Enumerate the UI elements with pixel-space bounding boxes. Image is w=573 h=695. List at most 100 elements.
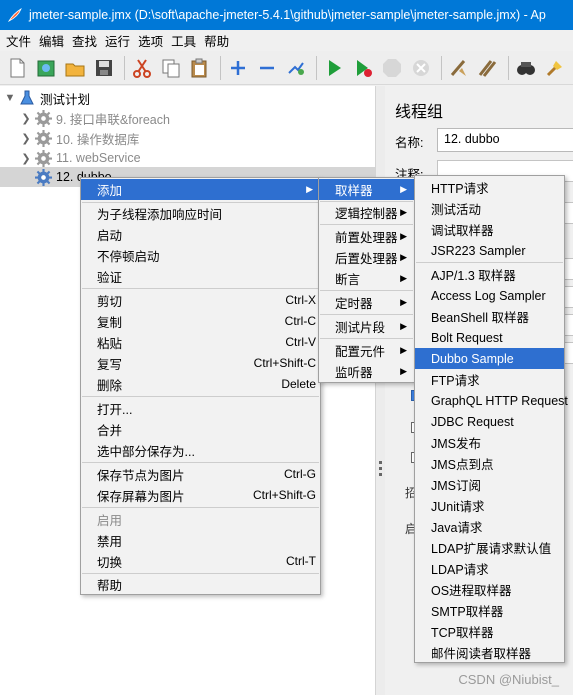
chevron-right-icon: ▶	[400, 231, 407, 241]
tree-item-2[interactable]: ❯ 10. 操作数据库	[18, 128, 375, 148]
sampler-item-ldap-extended[interactable]: LDAP扩展请求默认值	[415, 537, 564, 558]
chevron-right-icon[interactable]: ❯	[18, 152, 34, 165]
sampler-item-ftp-request[interactable]: FTP请求	[415, 369, 564, 390]
copy-icon[interactable]	[158, 55, 184, 81]
sampler-item-test-action[interactable]: 测试活动	[415, 198, 564, 219]
sampler-item-bolt-request[interactable]: Bolt Request	[415, 327, 564, 348]
sampler-item-tcp[interactable]: TCP取样器	[415, 621, 564, 642]
submenu-item-config-element[interactable]: 配置元件 ▶	[319, 340, 414, 361]
submenu-item-timer[interactable]: 定时器 ▶	[319, 292, 414, 313]
sampler-item-jms-subscriber[interactable]: JMS订阅	[415, 474, 564, 495]
chevron-down-icon[interactable]: ▼	[2, 92, 18, 104]
submenu-item-post-processor[interactable]: 后置处理器 ▶	[319, 247, 414, 268]
toolbar-separator	[316, 55, 317, 80]
submenu-item-pre-processor[interactable]: 前置处理器 ▶	[319, 226, 414, 247]
menu-edit[interactable]: 编辑	[35, 31, 68, 50]
menu-item-toggle[interactable]: 切换 Ctrl-T	[81, 551, 320, 572]
name-label: 名称:	[395, 136, 424, 150]
expand-icon[interactable]	[225, 55, 251, 81]
submenu-item-test-fragment[interactable]: 测试片段 ▶	[319, 316, 414, 337]
jmeter-feather-icon	[7, 8, 22, 22]
chevron-right-icon[interactable]: ❯	[18, 132, 34, 145]
sampler-item-jms-publisher[interactable]: JMS发布	[415, 432, 564, 453]
menu-separator	[320, 290, 413, 291]
start-icon[interactable]	[321, 55, 347, 81]
chevron-right-icon: ▶	[400, 366, 407, 376]
sampler-item-dubbo-sample[interactable]: Dubbo Sample	[415, 348, 564, 369]
menu-item-open[interactable]: 打开...	[81, 398, 320, 419]
menu-item-save-screen-image[interactable]: 保存屏幕为图片 Ctrl+Shift-G	[81, 485, 320, 506]
clear-all-icon[interactable]	[475, 55, 501, 81]
toolbar	[0, 51, 573, 85]
menu-item-merge[interactable]: 合并	[81, 419, 320, 440]
menu-item-duplicate[interactable]: 复写 Ctrl+Shift-C	[81, 353, 320, 374]
tree-item-1[interactable]: ❯ 9. 接口串联&foreach	[18, 108, 375, 128]
sampler-item-jsr223[interactable]: JSR223 Sampler	[415, 240, 564, 261]
menu-item-save-node-image[interactable]: 保存节点为图片 Ctrl-G	[81, 464, 320, 485]
menu-tools[interactable]: 工具	[167, 31, 200, 50]
collapse-icon[interactable]	[254, 55, 280, 81]
menu-file[interactable]: 文件	[2, 31, 35, 50]
tree-root-test-plan[interactable]: ▼ 测试计划	[2, 88, 375, 108]
menu-item-add[interactable]: 添加 ▶	[81, 179, 320, 200]
menu-help[interactable]: 帮助	[200, 31, 233, 50]
toolbar-separator	[124, 55, 125, 80]
submenu-item-assertion[interactable]: 断言 ▶	[319, 268, 414, 289]
templates-icon[interactable]	[33, 55, 59, 81]
chevron-right-icon[interactable]: ❯	[18, 112, 34, 125]
sampler-item-jdbc-request[interactable]: JDBC Request	[415, 411, 564, 432]
sampler-item-os-process[interactable]: OS进程取样器	[415, 579, 564, 600]
chevron-right-icon: ▶	[400, 321, 407, 331]
tree-root-label: 测试计划	[40, 92, 91, 107]
sampler-item-access-log[interactable]: Access Log Sampler	[415, 285, 564, 306]
menu-separator	[320, 338, 413, 339]
sampler-item-http-request[interactable]: HTTP请求	[415, 177, 564, 198]
toggle-icon[interactable]	[283, 55, 309, 81]
menu-item-disable[interactable]: 禁用	[81, 530, 320, 551]
menu-item-validate[interactable]: 验证	[81, 266, 320, 287]
menu-item-cut[interactable]: 剪切 Ctrl-X	[81, 290, 320, 311]
open-icon[interactable]	[62, 55, 88, 81]
stop-icon[interactable]	[379, 55, 405, 81]
sampler-item-ldap-request[interactable]: LDAP请求	[415, 558, 564, 579]
paste-icon[interactable]	[187, 55, 213, 81]
splitter-grip-icon[interactable]	[379, 461, 382, 477]
start-no-pause-icon[interactable]	[350, 55, 376, 81]
sampler-item-graphql[interactable]: GraphQL HTTP Request	[415, 390, 568, 411]
menu-search[interactable]: 查找	[68, 31, 101, 50]
menu-item-start-no-pause[interactable]: 不停顿启动	[81, 245, 320, 266]
cut-icon[interactable]	[129, 55, 155, 81]
menu-item-delete[interactable]: 删除 Delete	[81, 374, 320, 395]
submenu-item-logic-controller[interactable]: 逻辑控制器 ▶	[319, 202, 414, 223]
save-icon[interactable]	[91, 55, 117, 81]
sampler-item-jms-point-to-point[interactable]: JMS点到点	[415, 453, 564, 474]
menu-item-help[interactable]: 帮助	[81, 574, 320, 595]
sampler-item-junit-request[interactable]: JUnit请求	[415, 495, 564, 516]
tree-item-3[interactable]: ❯ 11. webService	[18, 148, 375, 168]
menu-item-save-selection-as[interactable]: 选中部分保存为...	[81, 440, 320, 461]
name-field[interactable]: 12. dubbo	[437, 128, 573, 152]
sampler-item-smtp[interactable]: SMTP取样器	[415, 600, 564, 621]
menu-item-start[interactable]: 启动	[81, 224, 320, 245]
new-icon[interactable]	[4, 55, 30, 81]
reset-search-icon[interactable]	[542, 55, 568, 81]
clear-icon[interactable]	[446, 55, 472, 81]
sampler-item-beanshell[interactable]: BeanShell 取样器	[415, 306, 564, 327]
tree-item-label: 11. webService	[56, 151, 141, 165]
menu-run[interactable]: 运行	[101, 31, 134, 50]
menu-item-enable: 启用	[97, 514, 123, 528]
menu-item-add-response-time[interactable]: 为子线程添加响应时间	[81, 203, 320, 224]
menu-item-paste[interactable]: 粘贴 Ctrl-V	[81, 332, 320, 353]
sampler-item-mail-reader[interactable]: 邮件阅读者取样器	[415, 642, 564, 663]
sampler-item-java-request[interactable]: Java请求	[415, 516, 564, 537]
search-icon[interactable]	[513, 55, 539, 81]
menu-item-copy[interactable]: 复制 Ctrl-C	[81, 311, 320, 332]
sampler-item-ajp[interactable]: AJP/1.3 取样器	[415, 264, 564, 285]
menu-options[interactable]: 选项	[134, 31, 167, 50]
shutdown-icon[interactable]	[408, 55, 434, 81]
sampler-submenu: HTTP请求 测试活动 调试取样器 JSR223 Sampler AJP/1.3…	[414, 175, 568, 663]
submenu-item-sampler[interactable]: 取样器 ▶	[319, 179, 414, 200]
sampler-item-debug-sampler[interactable]: 调试取样器	[415, 219, 564, 240]
submenu-item-listener[interactable]: 监听器 ▶	[319, 361, 414, 382]
menu-separator	[82, 507, 319, 508]
